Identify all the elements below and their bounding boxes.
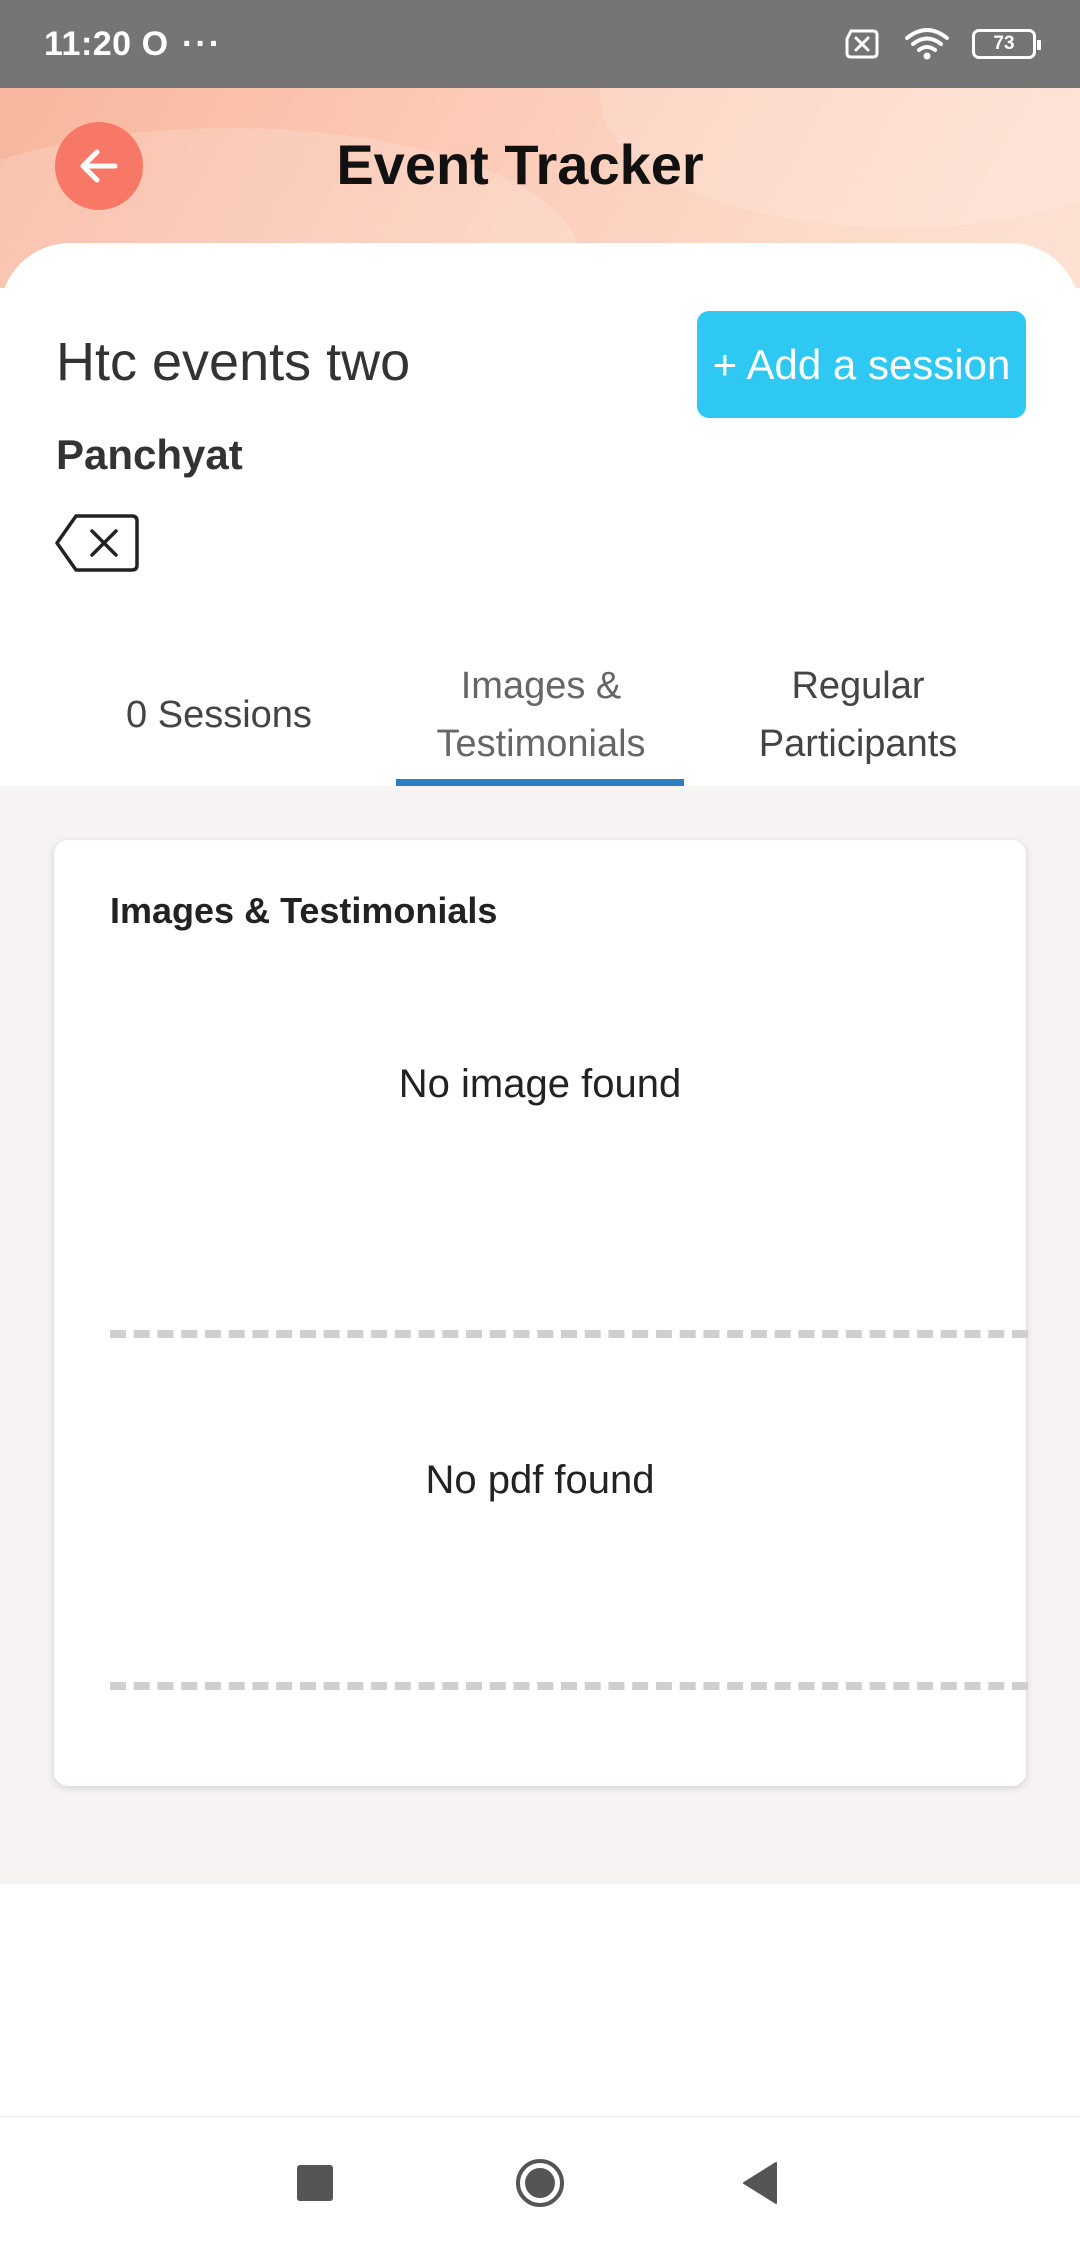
- status-indicator: O: [141, 24, 169, 63]
- page-title: Event Tracker: [336, 133, 704, 196]
- tab-images-testimonials[interactable]: Images & Testimonials: [396, 643, 686, 787]
- status-bar: 11:20 O ··· 73: [0, 0, 1080, 88]
- event-name: Htc events two: [56, 332, 411, 392]
- add-session-button[interactable]: + Add a session: [697, 311, 1026, 418]
- images-testimonials-card: Images & Testimonials No image found No …: [54, 840, 1028, 1786]
- backspace-x-icon[interactable]: [54, 513, 140, 573]
- divider: [110, 1682, 1028, 1690]
- back-icon[interactable]: [740, 2161, 780, 2205]
- no-sim-icon: [845, 29, 879, 59]
- divider: [110, 1330, 1028, 1338]
- system-nav-bar: [0, 2116, 1080, 2246]
- screen: 11:20 O ··· 73 Event Tracker Htc events …: [0, 0, 1080, 2246]
- no-pdf-message: No pdf found: [425, 1458, 655, 1502]
- event-category: Panchyat: [56, 431, 243, 478]
- battery-icon: 73: [972, 29, 1041, 59]
- recent-apps-icon[interactable]: [297, 2165, 333, 2201]
- card-title: Images & Testimonials: [110, 890, 498, 931]
- battery-level: 73: [993, 33, 1015, 54]
- home-icon[interactable]: [514, 2157, 566, 2209]
- tab-sessions[interactable]: 0 Sessions: [78, 643, 360, 787]
- status-time: 11:20: [44, 24, 132, 63]
- status-icons: 73: [842, 27, 1041, 61]
- no-image-message: No image found: [398, 1062, 682, 1106]
- status-overflow-dots: ···: [182, 24, 223, 63]
- tab-bar: 0 Sessions Images & Testimonials Regular…: [0, 643, 1080, 787]
- tab-regular-participants[interactable]: Regular Participants: [720, 643, 996, 787]
- wifi-icon: [905, 28, 949, 60]
